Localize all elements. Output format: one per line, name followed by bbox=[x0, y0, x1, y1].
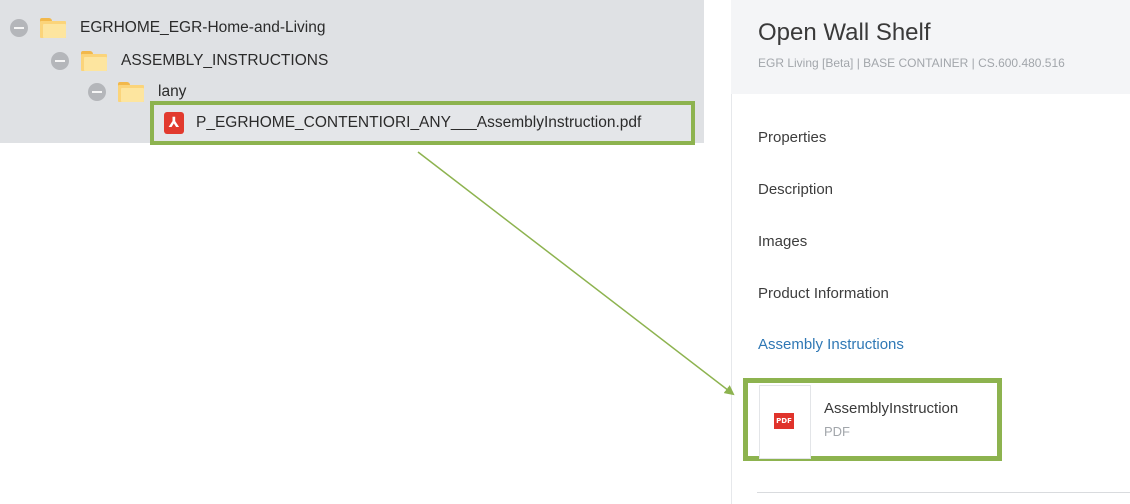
drag-arrow bbox=[417, 151, 735, 396]
